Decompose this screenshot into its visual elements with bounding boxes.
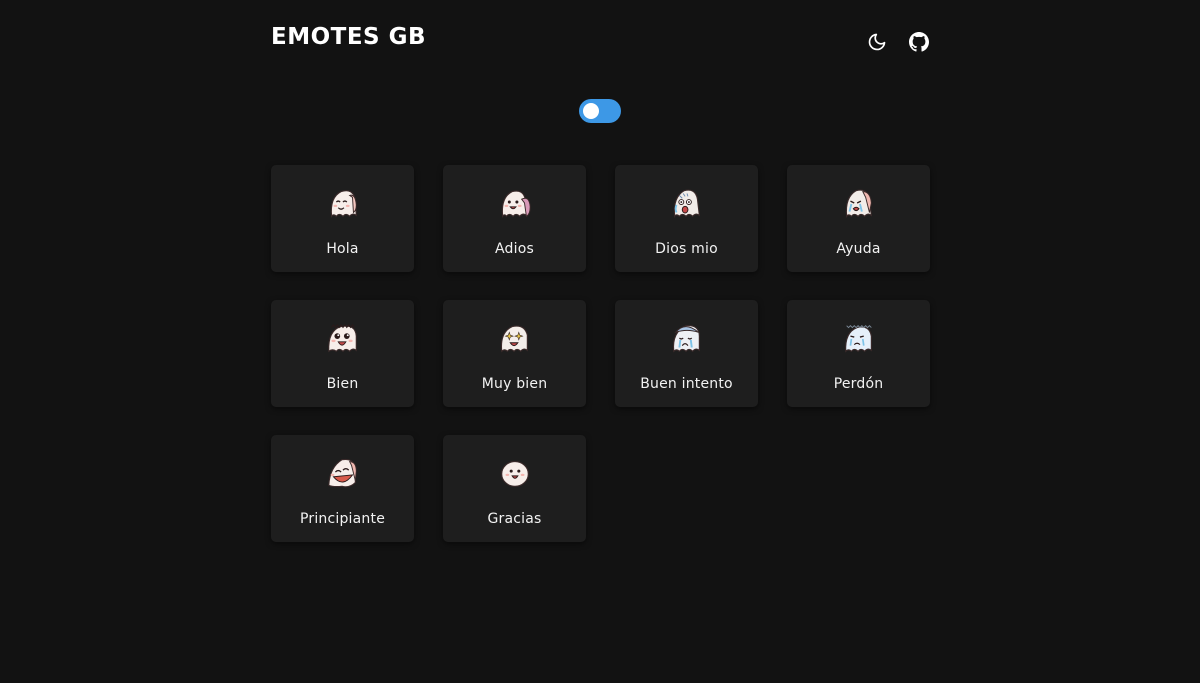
emote-card-buen-intento[interactable]: Buen intento [615,300,758,407]
emote-grid: Hola Adios Dios mio Ayuda Bien Muy bien … [271,165,930,542]
laughing-ghost-emote [327,458,357,488]
crying-ghost-emote [845,189,872,218]
site-header: EMOTES GB [271,0,930,85]
site-logo[interactable]: EMOTES GB [271,26,426,49]
toggle-knob [583,103,599,119]
happy-ghost-emote [327,323,357,353]
thankful-ghost-emote [500,461,529,487]
sad-ghost-emote [672,325,700,353]
moon-icon[interactable] [866,31,888,53]
emote-card-principiante[interactable]: Principiante [271,435,414,542]
emote-label: Muy bien [481,376,548,392]
mode-toggle[interactable] [579,99,621,123]
emote-card-perdon[interactable]: Perdón [787,300,930,407]
header-actions [866,31,930,53]
emote-card-bien[interactable]: Bien [271,300,414,407]
mode-toggle-wrapper [579,99,621,123]
emote-label: Buen intento [640,376,733,392]
emote-label: Principiante [299,511,386,527]
emote-label: Perdón [833,376,884,392]
emote-card-dios-mio[interactable]: Dios mio [615,165,758,272]
emote-label: Ayuda [836,241,881,257]
emote-label: Hola [326,241,359,257]
emote-card-hola[interactable]: Hola [271,165,414,272]
emote-label: Dios mio [655,241,718,257]
emote-label: Gracias [487,511,542,527]
emote-card-muy-bien[interactable]: Muy bien [443,300,586,407]
waving-ghost-emote [330,190,357,218]
emote-card-gracias[interactable]: Gracias [443,435,586,542]
emote-card-ayuda[interactable]: Ayuda [787,165,930,272]
emote-card-adios[interactable]: Adios [443,165,586,272]
emote-label: Bien [326,376,359,392]
github-icon[interactable] [908,31,930,53]
sorry-ghost-emote [844,324,872,353]
emote-label: Adios [495,241,534,257]
sparkle-ghost-emote [500,325,528,353]
goodbye-ghost-emote [501,190,531,218]
shocked-ghost-emote [673,189,700,218]
